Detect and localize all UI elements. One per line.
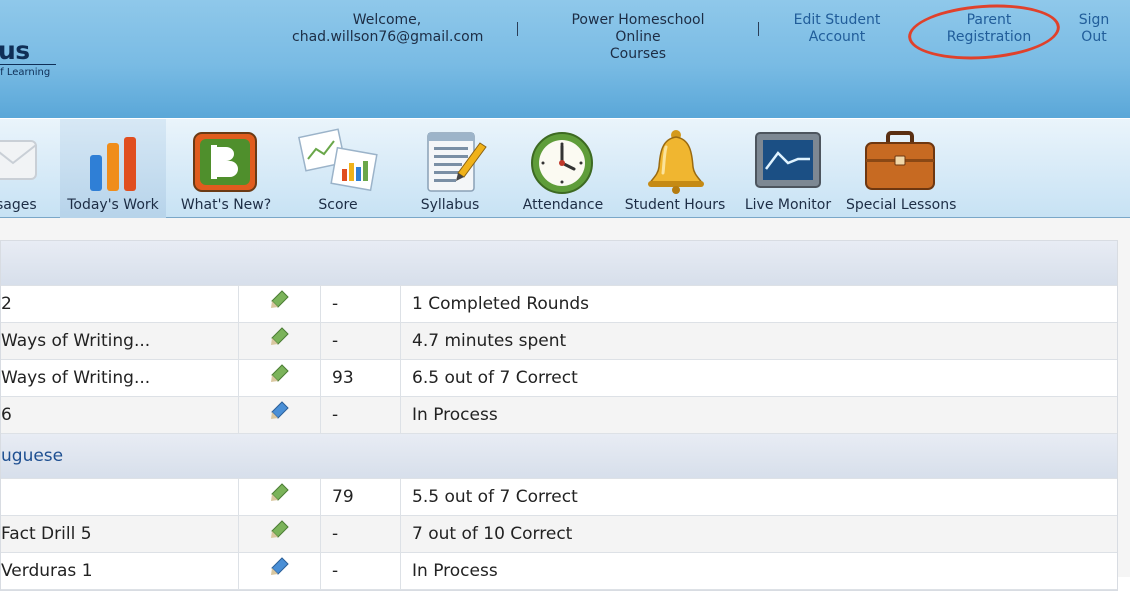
logo-underline	[0, 64, 56, 65]
table-row[interactable]: Ways of Writing... - 4.7 minutes spent	[1, 323, 1117, 360]
toolbar-messages[interactable]: sages	[0, 119, 58, 219]
lesson-title[interactable]: Ways of Writing...	[1, 360, 239, 396]
score-charts-icon	[298, 128, 378, 192]
green-pencil-icon[interactable]	[269, 481, 291, 503]
courses-link[interactable]: Power Homeschool Online Courses	[548, 12, 728, 63]
toolbar-todays-work-label: Today's Work	[67, 197, 159, 213]
bell-icon	[648, 130, 704, 194]
blue-pencil-icon[interactable]	[269, 555, 291, 577]
toolbar-attendance-label: Attendance	[522, 197, 604, 213]
toolbar-student-hours[interactable]: Student Hours	[620, 119, 730, 219]
status-text: In Process	[412, 561, 498, 581]
course-section-header: uguese	[1, 434, 1117, 479]
logo-tagline: of Learning	[0, 67, 51, 78]
status-text: 4.7 minutes spent	[412, 331, 567, 351]
green-pencil-icon[interactable]	[269, 362, 291, 384]
toolbar-todays-work[interactable]: Today's Work	[60, 119, 166, 219]
red-circle-annotation	[906, 0, 1062, 65]
toolbar-score[interactable]: Score	[288, 119, 388, 219]
table-row[interactable]: 2 - 1 Completed Rounds	[1, 286, 1117, 323]
toolbar-live-monitor[interactable]: Live Monitor	[740, 119, 836, 219]
toolbar-score-label: Score	[318, 197, 358, 213]
status-text: 6.5 out of 7 Correct	[412, 368, 578, 388]
status-text: 7 out of 10 Correct	[412, 524, 573, 544]
toolbar-attendance[interactable]: Attendance	[512, 119, 614, 219]
todays-work-table: 2 - 1 Completed Rounds Ways of Writing..…	[0, 240, 1118, 591]
top-header: us of Learning Welcome, chad.willson76@g…	[0, 0, 1130, 118]
table-row[interactable]: Fact Drill 5 - 7 out of 10 Correct	[1, 516, 1117, 553]
courses-line2: Courses	[609, 46, 667, 62]
bar-chart-icon	[90, 137, 136, 191]
toolbar-student-hours-label: Student Hours	[624, 197, 726, 213]
score-value: 79	[321, 479, 401, 515]
lesson-title[interactable]	[1, 479, 239, 515]
lesson-title[interactable]: Fact Drill 5	[1, 516, 239, 552]
pencil-icon-cell	[239, 516, 321, 552]
table-row[interactable]: 6 - In Process	[1, 397, 1117, 434]
table-row[interactable]: Verduras 1 - In Process	[1, 553, 1117, 590]
score-value: -	[321, 323, 401, 359]
table-row[interactable]: 79 5.5 out of 7 Correct	[1, 479, 1117, 516]
lesson-title[interactable]: 2	[1, 286, 239, 322]
courses-line1: Power Homeschool Online	[571, 12, 705, 45]
envelope-icon	[0, 140, 37, 180]
status-text: In Process	[412, 405, 498, 425]
syllabus-icon	[427, 132, 487, 192]
toolbar-special-lessons-label: Special Lessons	[846, 197, 957, 213]
toolbar-whats-new[interactable]: What's New?	[172, 119, 280, 219]
lesson-title[interactable]: Verduras 1	[1, 553, 239, 589]
toolbar-syllabus-label: Syllabus	[420, 197, 480, 213]
clock-icon	[531, 132, 593, 194]
signout-line2: Out	[1081, 29, 1107, 45]
toolbar-syllabus[interactable]: Syllabus	[400, 119, 500, 219]
score-value: -	[321, 516, 401, 552]
green-pencil-icon[interactable]	[269, 288, 291, 310]
user-email: chad.willson76@gmail.com	[292, 29, 484, 45]
header-separator	[517, 22, 518, 36]
status-text: 5.5 out of 7 Correct	[412, 487, 578, 507]
logo-text[interactable]: us	[0, 36, 30, 65]
green-pencil-icon[interactable]	[269, 518, 291, 540]
toolbar-whats-new-label: What's New?	[180, 197, 272, 213]
main-toolbar: sages Today's Work What's New? Score Syl…	[0, 118, 1130, 219]
sign-out-link[interactable]: Sign Out	[1074, 12, 1114, 46]
lesson-title[interactable]: 6	[1, 397, 239, 433]
course-section-title[interactable]: uguese	[1, 434, 63, 478]
table-row[interactable]: Ways of Writing... 93 6.5 out of 7 Corre…	[1, 360, 1117, 397]
pencil-icon-cell	[239, 479, 321, 515]
course-section-header	[1, 241, 1117, 286]
pencil-icon-cell	[239, 286, 321, 322]
header-separator	[758, 22, 759, 36]
pencil-icon-cell	[239, 553, 321, 589]
score-value: -	[321, 553, 401, 589]
blue-pencil-icon[interactable]	[269, 399, 291, 421]
briefcase-icon	[865, 131, 935, 190]
welcome-message: Welcome, chad.willson76@gmail.com	[292, 12, 484, 46]
pencil-icon-cell	[239, 323, 321, 359]
edit-line1: Edit Student	[793, 12, 881, 28]
monitor-icon	[755, 132, 821, 188]
green-pencil-icon[interactable]	[269, 325, 291, 347]
toolbar-live-monitor-label: Live Monitor	[744, 197, 832, 213]
edit-student-account-link[interactable]: Edit Student Account	[787, 12, 887, 46]
score-value: -	[321, 397, 401, 433]
welcome-label: Welcome,	[352, 12, 422, 28]
score-value: -	[321, 286, 401, 322]
pencil-icon-cell	[239, 360, 321, 396]
toolbar-messages-label: sages	[0, 197, 37, 213]
status-text: 1 Completed Rounds	[412, 294, 589, 314]
score-value: 93	[321, 360, 401, 396]
edit-line2: Account	[808, 29, 866, 45]
lesson-title[interactable]: Ways of Writing...	[1, 323, 239, 359]
signout-line1: Sign	[1078, 12, 1110, 28]
toolbar-special-lessons[interactable]: Special Lessons	[846, 119, 957, 219]
blog-icon	[193, 132, 257, 192]
pencil-icon-cell	[239, 397, 321, 433]
